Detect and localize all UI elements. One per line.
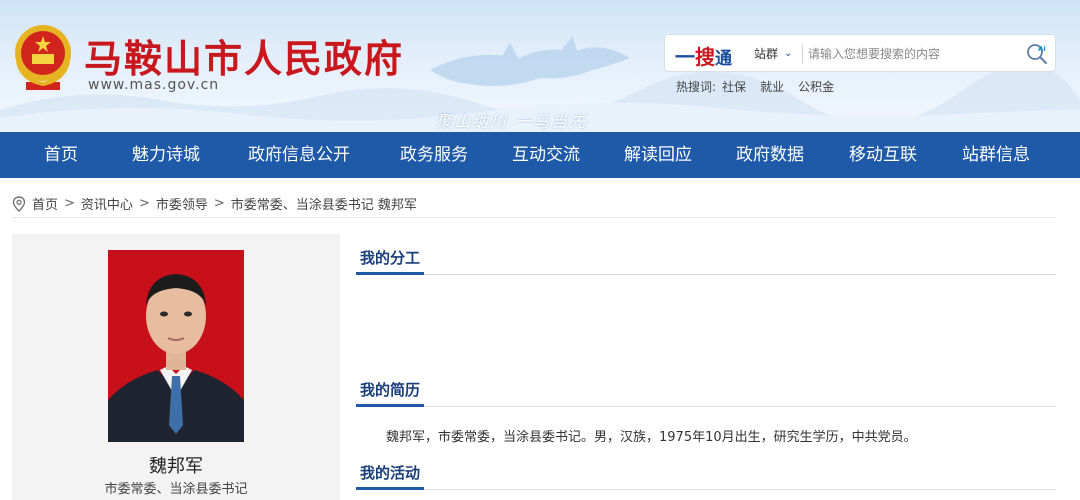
profile-name: 魏邦军 (149, 456, 203, 477)
section-resume: 我的简历 (356, 377, 1056, 407)
breadcrumb-separator: > (138, 196, 150, 211)
nav-item-gov-services[interactable]: 政务服务 (400, 132, 468, 178)
search-scope-select[interactable]: 站群 ⌄ (754, 45, 792, 62)
breadcrumb-home[interactable]: 首页 (32, 194, 58, 213)
chevron-down-icon: ⌄ (784, 48, 793, 59)
section-activity: 我的活动 (356, 460, 1056, 490)
breadcrumb-current: 市委常委、当涂县委书记 魏邦军 (230, 198, 417, 213)
nav-item-home[interactable]: 首页 (44, 132, 78, 178)
search-input[interactable] (808, 43, 1008, 65)
breadcrumb-separator: > (213, 196, 225, 211)
search-brand-part-2: 搜 (695, 45, 715, 69)
section-duty: 我的分工 (356, 245, 1056, 275)
hot-search-words: 热搜词: 社保 就业 公积金 (676, 78, 834, 95)
search-brand-logo: 一搜通 (675, 41, 732, 70)
nav-item-gov-data[interactable]: 政府数据 (736, 132, 804, 178)
main-nav: 首页 魅力诗城 政府信息公开 政务服务 互动交流 解读回应 政府数据 移动互联 … (0, 132, 1080, 178)
nav-item-interaction[interactable]: 互动交流 (512, 132, 580, 178)
nav-item-gov-info[interactable]: 政府信息公开 (248, 132, 350, 178)
resume-text: 魏邦军，市委常委，当涂县委书记。男，汉族，1975年10月出生，研究生学历，中共… (386, 430, 917, 445)
search-divider (802, 45, 803, 63)
search-brand-part-3: 通 (715, 49, 732, 69)
hot-word-link[interactable]: 社保 (722, 78, 746, 95)
site-url: www.mas.gov.cn (88, 77, 220, 93)
breadcrumb-separator: > (64, 196, 75, 211)
breadcrumb-leaders[interactable]: 市委领导 (156, 194, 208, 213)
site-header: 马鞍山市人民政府 www.mas.gov.cn 聚山纳川 一马当先 一搜通 站群… (0, 0, 1080, 132)
hot-word-link[interactable]: 公积金 (798, 78, 834, 95)
hot-word-link[interactable]: 就业 (760, 78, 784, 95)
breadcrumb: 首页 > 资讯中心 > 市委领导 > 市委常委、当涂县委书记 魏邦军 (12, 190, 1056, 218)
breadcrumb-news-center[interactable]: 资讯中心 (81, 194, 133, 213)
site-slogan: 聚山纳川 一马当先 (436, 112, 588, 131)
profile-card: 魏邦军 市委常委、当涂县委书记 (12, 234, 340, 500)
section-resume-title: 我的简历 (356, 377, 425, 407)
nav-item-interpretation[interactable]: 解读回应 (624, 132, 692, 178)
section-activity-title: 我的活动 (356, 460, 425, 490)
location-pin-icon (12, 195, 26, 212)
nav-item-mobile[interactable]: 移动互联 (849, 132, 917, 178)
search-ai-icon[interactable]: Ai (1025, 42, 1049, 66)
search-scope-label: 站群 (754, 47, 779, 61)
hot-words-label: 热搜词: (676, 80, 717, 94)
national-emblem-icon (15, 25, 71, 90)
svg-text:Ai: Ai (1038, 45, 1046, 53)
section-duty-title: 我的分工 (356, 245, 425, 275)
search-brand-part-1: 一 (675, 45, 695, 69)
profile-position: 市委常委、当涂县委书记 (104, 482, 248, 497)
nav-item-charm-city[interactable]: 魅力诗城 (132, 132, 200, 178)
portrait-illustration (108, 250, 244, 442)
nav-item-site-group[interactable]: 站群信息 (962, 132, 1030, 178)
site-title[interactable]: 马鞍山市人民政府 (84, 28, 404, 83)
search-box: 一搜通 站群 ⌄ Ai (664, 34, 1056, 72)
profile-photo (108, 250, 244, 442)
